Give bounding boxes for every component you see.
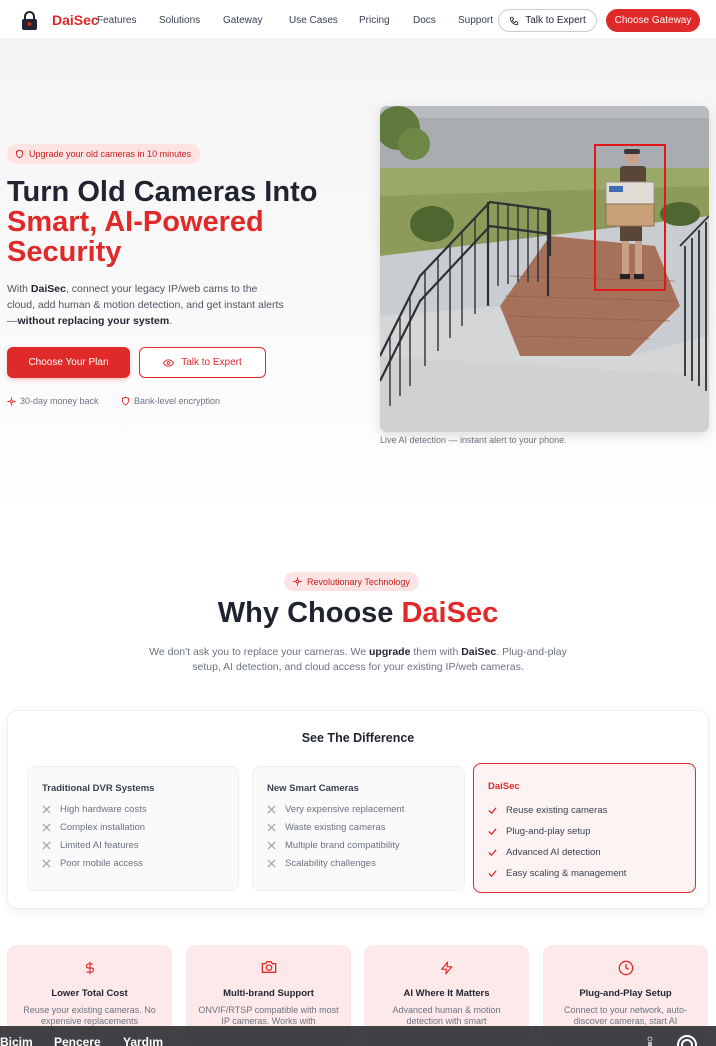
talk-to-expert-nav-button[interactable]: Talk to Expert — [498, 9, 597, 32]
feature-description: Reuse your existing cameras. No expensiv… — [23, 1005, 156, 1026]
choose-plan-button[interactable]: Choose Your Plan — [7, 347, 130, 378]
list-item: Very expensive replacement — [267, 804, 404, 815]
why-title: Why Choose DaiSec — [217, 597, 499, 629]
brand-logo-text[interactable]: DaiSec — [52, 12, 99, 28]
nav-link-features[interactable]: Features — [97, 15, 136, 26]
nav-link-use-cases[interactable]: Use Cases — [289, 15, 338, 26]
list-item: High hardware costs — [42, 804, 147, 815]
hero-badge-text: Upgrade your old cameras in 10 minutes — [29, 149, 192, 159]
hero-title: Turn Old Cameras Into Smart, AI-Powered … — [7, 177, 347, 267]
talk-to-expert-nav-label: Talk to Expert — [525, 15, 586, 26]
shield-icon — [122, 396, 129, 406]
creative-cloud-icon[interactable] — [677, 1035, 697, 1046]
hero-title-line3: Security — [7, 236, 122, 268]
column-heading: Traditional DVR Systems — [42, 783, 155, 794]
choose-gateway-button[interactable]: Choose Gateway — [606, 9, 700, 32]
column-heading: DaiSec — [488, 781, 520, 792]
x-icon — [42, 841, 51, 850]
x-icon — [42, 859, 51, 868]
list-item: Plug-and-play setup — [488, 826, 591, 837]
hero-camera-image — [380, 106, 709, 432]
x-icon — [267, 859, 276, 868]
trust-money-back: 30-day money back — [7, 396, 99, 406]
hero-title-line1: Turn Old Cameras Into — [7, 176, 318, 208]
hero-badge: Upgrade your old cameras in 10 minutes — [7, 144, 201, 164]
list-item: Scalability challenges — [267, 858, 376, 869]
hero-description: With DaiSec, connect your legacy IP/web … — [7, 283, 284, 327]
nav-link-docs[interactable]: Docs — [413, 15, 436, 26]
hero-section: Upgrade your old cameras in 10 minutes T… — [0, 38, 716, 517]
nav-link-solutions[interactable]: Solutions — [159, 15, 200, 26]
list-item: Poor mobile access — [42, 858, 143, 869]
lock-logo-icon[interactable] — [21, 11, 38, 31]
feature-title: AI Where It Matters — [403, 988, 490, 999]
comparison-column-traditional: Traditional DVR Systems High hardware co… — [27, 766, 239, 891]
os-menu-format[interactable]: Biçim — [0, 1035, 33, 1046]
os-menu-help[interactable]: Yardım — [123, 1035, 163, 1046]
comparison-column-smart-cameras: New Smart Cameras Very expensive replace… — [252, 766, 465, 891]
column-heading: New Smart Cameras — [267, 783, 359, 794]
list-item: Limited AI features — [42, 840, 139, 851]
x-icon — [42, 805, 51, 814]
difference-title: See The Difference — [301, 731, 415, 745]
comparison-column-daisec: DaiSec Reuse existing cameras Plug-and-p… — [473, 763, 696, 893]
list-item: Easy scaling & management — [488, 868, 626, 879]
x-icon — [42, 823, 51, 832]
check-icon — [488, 807, 497, 815]
check-icon — [488, 870, 497, 878]
list-item: Multiple brand compatibility — [267, 840, 400, 851]
dollar-icon — [85, 961, 94, 975]
x-icon — [267, 841, 276, 850]
top-navbar: DaiSec Features Solutions Gateway Use Ca… — [0, 0, 716, 38]
feature-description: Connect to your network, auto-discover c… — [563, 1005, 688, 1026]
feature-title: Lower Total Cost — [51, 988, 128, 999]
feature-title: Plug-and-Play Setup — [579, 988, 672, 999]
why-description: We don't ask you to replace your cameras… — [149, 646, 567, 673]
check-icon — [488, 828, 497, 836]
feature-description: ONVIF/RTSP compatible with most IP camer… — [198, 1005, 339, 1026]
talk-to-expert-button[interactable]: Talk to Expert — [139, 347, 266, 378]
eye-icon — [163, 358, 175, 367]
x-icon — [267, 805, 276, 814]
phone-icon — [510, 16, 519, 25]
nav-link-support[interactable]: Support — [458, 15, 493, 26]
talk-to-expert-label: Talk to Expert — [181, 357, 242, 368]
gear-icon — [293, 577, 302, 586]
why-badge-text: Revolutionary Technology — [307, 576, 410, 587]
list-item: Reuse existing cameras — [488, 805, 607, 816]
nav-link-gateway[interactable]: Gateway — [223, 15, 262, 26]
lightning-icon — [440, 961, 452, 975]
os-menu-window[interactable]: Pencere — [54, 1035, 101, 1046]
os-menu-bar: Biçim Pencere Yardım — [0, 1026, 716, 1046]
check-icon — [488, 849, 497, 857]
trust-encryption: Bank-level encryption — [121, 396, 220, 406]
hero-image-caption: Live AI detection — instant alert to you… — [380, 435, 567, 445]
list-item: Waste existing cameras — [267, 822, 386, 833]
shield-icon — [16, 149, 23, 159]
gear-icon — [7, 396, 16, 406]
camera-icon — [261, 961, 276, 973]
tray-icon[interactable] — [646, 1036, 654, 1046]
feature-description: Advanced human & motion detection with s… — [392, 1005, 501, 1026]
difference-card: See The Difference Traditional DVR Syste… — [7, 710, 709, 909]
why-badge: Revolutionary Technology — [284, 572, 419, 591]
clock-icon — [618, 960, 633, 976]
nav-link-pricing[interactable]: Pricing — [359, 15, 390, 26]
x-icon — [267, 823, 276, 832]
list-item: Complex installation — [42, 822, 145, 833]
feature-title: Multi-brand Support — [223, 988, 314, 999]
hero-title-line2: Smart, AI-Powered — [7, 206, 264, 238]
list-item: Advanced AI detection — [488, 847, 601, 858]
